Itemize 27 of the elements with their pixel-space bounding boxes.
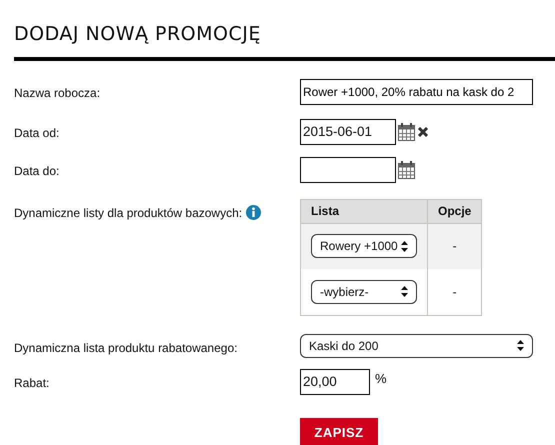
field-label: Data od: bbox=[14, 124, 60, 142]
number-field[interactable]: 20,00 bbox=[300, 368, 370, 394]
calendar-icon[interactable] bbox=[398, 122, 415, 140]
field-label: Data do: bbox=[14, 162, 60, 180]
field-label: Dynamiczna lista produktu rabatowanego: bbox=[14, 340, 238, 356]
info-icon[interactable] bbox=[246, 204, 262, 220]
page-title: DODAJ NOWĄ PROMOCJĘ bbox=[14, 22, 262, 47]
field-label: Nazwa robocza: bbox=[14, 84, 100, 102]
date-field[interactable] bbox=[300, 156, 396, 182]
dropdown[interactable]: Kaski do 200 bbox=[300, 334, 533, 358]
unit-label: % bbox=[375, 370, 387, 388]
field-label: Rabat: bbox=[14, 374, 50, 392]
column-header: Opcje bbox=[428, 199, 482, 223]
save-button[interactable]: ZAPISZ bbox=[300, 418, 378, 445]
calendar-icon[interactable] bbox=[398, 160, 415, 178]
dropdown[interactable]: Rowery +1000 bbox=[311, 234, 417, 258]
table-cell: - bbox=[428, 269, 482, 315]
close-icon[interactable] bbox=[417, 126, 429, 138]
table-cell: - bbox=[428, 223, 482, 269]
chevrons-icon bbox=[401, 286, 408, 298]
chevrons-icon bbox=[401, 240, 408, 252]
column-header: Lista bbox=[300, 199, 428, 223]
text-field[interactable]: Rower +1000, 20% rabatu na kask do 2 bbox=[300, 78, 533, 104]
dropdown[interactable]: -wybierz- bbox=[311, 280, 417, 304]
chevrons-icon bbox=[517, 340, 524, 351]
date-field[interactable]: 2015-06-01 bbox=[300, 118, 396, 144]
field-label: Dynamiczne listy dla produktów bazowych: bbox=[14, 204, 242, 222]
